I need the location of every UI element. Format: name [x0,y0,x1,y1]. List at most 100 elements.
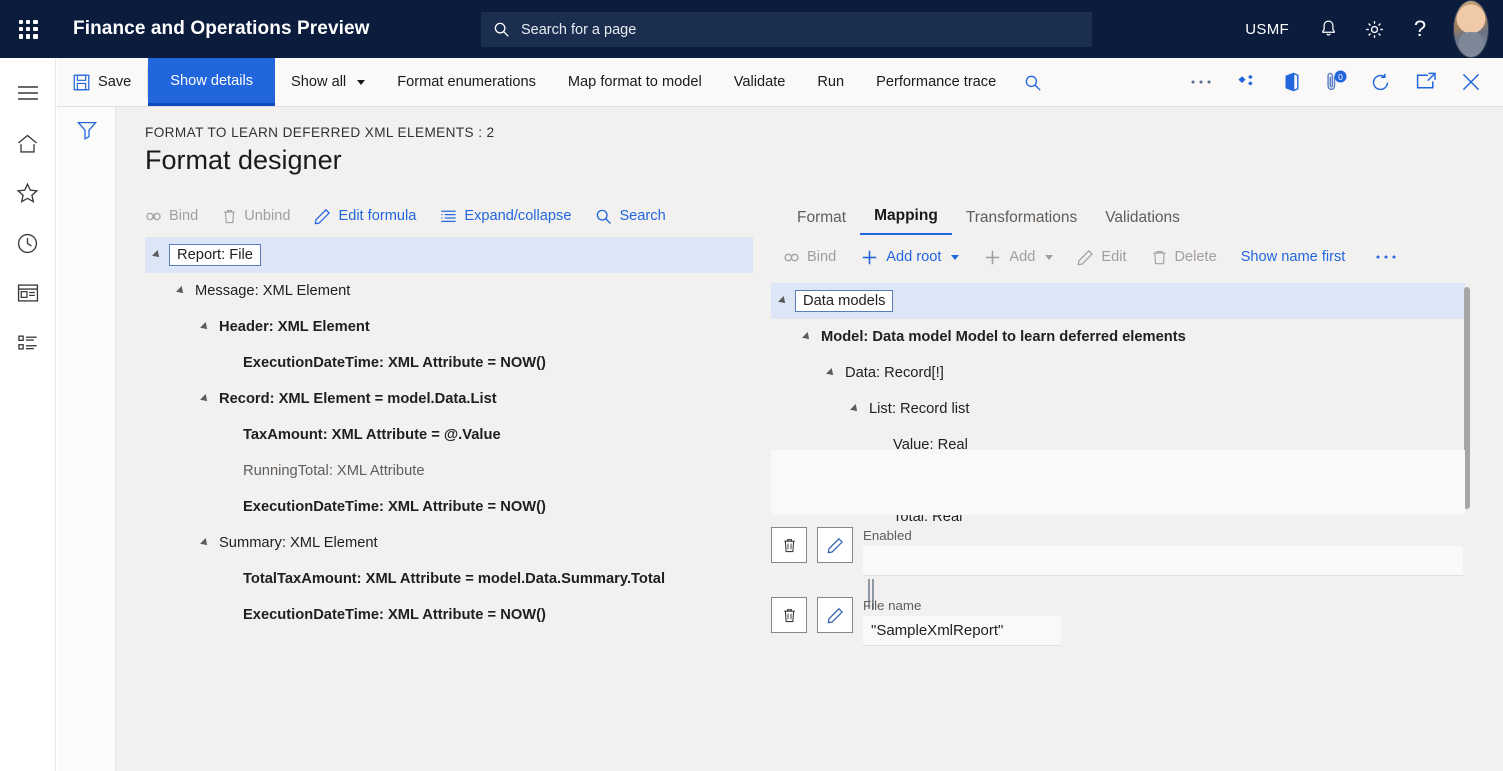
star-icon[interactable] [0,168,56,218]
data-model-tree-row-label: List: Record list [867,401,969,417]
show-details-label: Show details [170,73,253,89]
global-search-box[interactable]: Search for a page [481,12,1092,47]
plus-icon [983,248,1002,267]
chevron-down-icon[interactable] [1045,255,1053,260]
funnel-icon[interactable] [57,120,116,140]
overflow-ellipsis-icon[interactable] [1178,58,1223,107]
tree-expander-icon[interactable] [819,369,843,377]
edit-formula-button[interactable]: Edit formula [314,208,429,225]
format-tree-row[interactable]: Message: XML Element [145,273,753,309]
tree-expander-icon[interactable] [193,539,217,547]
format-tree-row[interactable]: Report: File [145,237,753,273]
format-tree-row[interactable]: Record: XML Element = model.Data.List [145,381,753,417]
edit-binding-button[interactable] [817,597,853,633]
toolbar-search-icon[interactable] [1012,58,1054,107]
format-tree-row[interactable]: ExecutionDateTime: XML Attribute = NOW() [145,345,753,381]
format-enumerations-button[interactable]: Format enumerations [381,58,552,106]
data-model-tree-row[interactable]: Model: Data model Model to learn deferre… [771,319,1465,355]
refresh-icon[interactable] [1358,58,1403,107]
tree-expander-icon[interactable] [193,395,217,403]
format-tree-row[interactable]: TotalTaxAmount: XML Attribute = model.Da… [145,561,753,597]
tree-expander-icon[interactable] [145,251,169,259]
show-details-button[interactable]: Show details [148,58,275,106]
app-root: Finance and Operations Preview Search fo… [0,0,1503,771]
show-all-button[interactable]: Show all [275,58,381,106]
format-tree-row[interactable]: TaxAmount: XML Attribute = @.Value [145,417,753,453]
mapping-overflow-button[interactable] [1375,254,1410,260]
close-icon[interactable] [1448,58,1493,107]
tab-format[interactable]: Format [783,209,860,235]
run-button[interactable]: Run [801,58,860,106]
trash-icon [1151,249,1168,266]
binding-field-row: File name [771,597,1061,646]
attachments-icon[interactable]: 0 [1313,58,1358,107]
action-pane-right-group: 0 [1178,58,1503,106]
format-tree-row[interactable]: Summary: XML Element [145,525,753,561]
data-model-tree-row-label: Data: Record[!] [843,365,944,381]
delete-button[interactable]: Delete [1151,249,1230,266]
format-tree-row[interactable]: RunningTotal: XML Attribute [145,453,753,489]
gear-icon[interactable] [1351,0,1397,58]
add-button[interactable]: Add [983,248,1066,267]
expand-collapse-button[interactable]: Expand/collapse [440,208,584,224]
data-model-tree-row[interactable]: Data models [771,283,1465,319]
share-diamond-icon[interactable] [1223,58,1268,107]
show-all-label: Show all [291,74,346,90]
tree-expander-icon[interactable] [169,287,193,295]
data-model-tree-row[interactable]: Data: Record[!] [771,355,1465,391]
tree-expander-icon[interactable] [771,297,795,305]
format-tree-row[interactable]: Header: XML Element [145,309,753,345]
format-enumerations-label: Format enumerations [397,74,536,90]
format-tree-row[interactable]: ExecutionDateTime: XML Attribute = NOW() [145,489,753,525]
add-root-button[interactable]: Add root [860,248,972,267]
performance-trace-label: Performance trace [876,74,996,90]
clock-icon[interactable] [0,218,56,268]
chevron-down-icon[interactable] [951,255,959,260]
unbind-button[interactable]: Unbind [222,208,303,225]
nav-right-group: USMF ? [1229,0,1503,58]
bind-label: Bind [169,208,198,224]
office-app-icon[interactable] [1268,58,1313,107]
unbind-label: Unbind [244,208,290,224]
data-model-tree-row[interactable]: List: Record list [771,391,1465,427]
app-launcher-icon[interactable] [0,0,56,58]
tree-expander-icon[interactable] [193,323,217,331]
tab-validations[interactable]: Validations [1091,209,1194,235]
map-format-to-model-button[interactable]: Map format to model [552,58,718,106]
tab-mapping[interactable]: Mapping [860,207,952,235]
filter-column [57,107,116,771]
edit-button[interactable]: Edit [1077,249,1139,266]
modules-list-icon[interactable] [0,318,56,368]
performance-trace-button[interactable]: Performance trace [860,58,1012,106]
tree-search-button[interactable]: Search [595,208,678,225]
bind-button[interactable]: Bind [145,208,211,224]
delete-binding-button[interactable] [771,597,807,633]
tree-expander-icon[interactable] [795,333,819,341]
open-in-new-window-icon[interactable] [1403,58,1448,107]
tab-transformations[interactable]: Transformations [952,209,1091,235]
bind-link-icon [783,249,800,266]
binding-field-input[interactable] [863,616,1061,646]
validate-button[interactable]: Validate [718,58,802,106]
hamburger-menu-icon[interactable] [0,68,56,118]
company-selector[interactable]: USMF [1229,0,1305,58]
left-navigation-rail [0,58,56,771]
save-button[interactable]: Save [57,58,147,106]
command-label: Delete [1175,249,1217,265]
tree-expander-icon[interactable] [843,405,867,413]
show-name-first-button[interactable]: Show name first [1241,249,1359,265]
edit-binding-button[interactable] [817,527,853,563]
format-tree-row-label: Header: XML Element [217,319,370,335]
home-icon[interactable] [0,118,56,168]
delete-binding-button[interactable] [771,527,807,563]
question-mark-icon[interactable]: ? [1397,0,1443,58]
binding-field-input[interactable] [863,546,1463,576]
bind-button[interactable]: Bind [783,249,849,266]
avatar[interactable] [1453,0,1489,58]
bell-icon[interactable] [1305,0,1351,58]
workspace-icon[interactable] [0,268,56,318]
format-tree-row[interactable]: ExecutionDateTime: XML Attribute = NOW() [145,597,753,633]
command-label: Edit [1101,249,1126,265]
format-tree-row-label: ExecutionDateTime: XML Attribute = NOW() [241,607,546,623]
format-tree-row-label: TaxAmount: XML Attribute = @.Value [241,427,501,443]
